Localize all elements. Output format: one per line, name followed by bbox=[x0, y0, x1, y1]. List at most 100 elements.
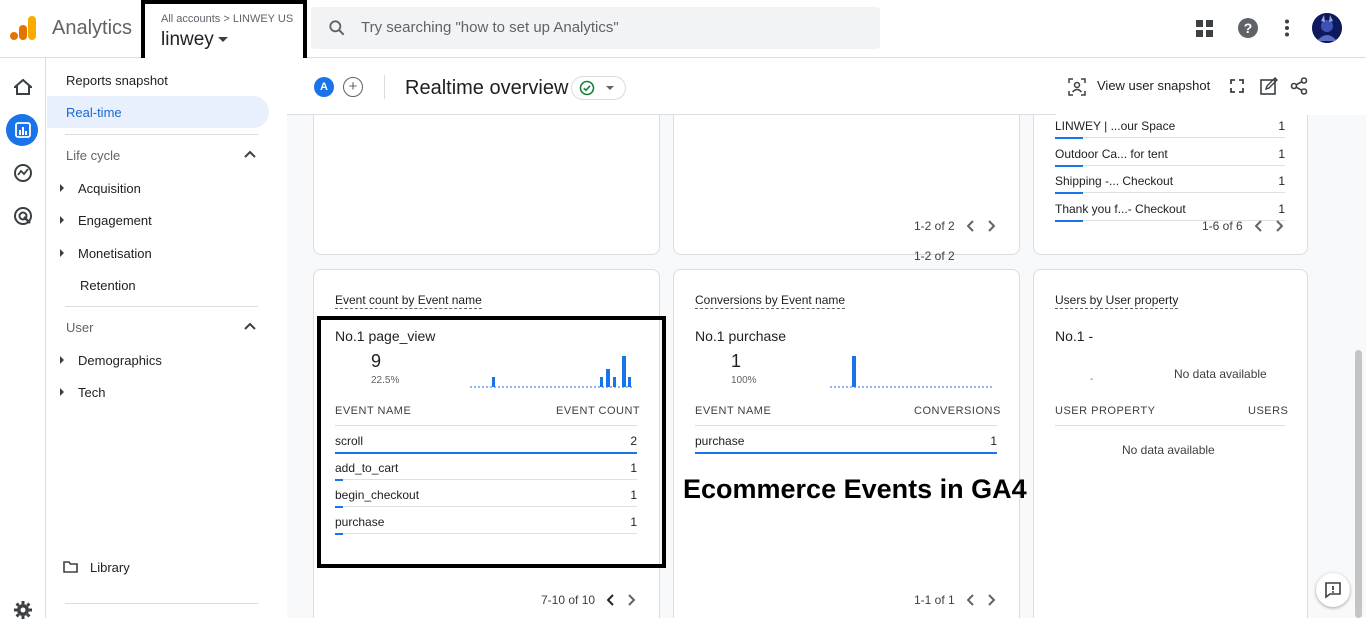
search-placeholder: Try searching "how to set up Analytics" bbox=[361, 19, 619, 36]
header-divider bbox=[384, 75, 385, 99]
apps-grid-icon[interactable] bbox=[1196, 20, 1214, 38]
search-bar[interactable]: Try searching "how to set up Analytics" bbox=[311, 7, 880, 49]
chevron-right-icon[interactable] bbox=[1275, 220, 1283, 232]
chevron-right-icon[interactable] bbox=[987, 220, 995, 232]
page-title: Outdoor Ca... for tent bbox=[1055, 146, 1168, 161]
nav-acquisition[interactable]: Acquisition bbox=[47, 172, 269, 204]
advertising-icon[interactable] bbox=[11, 204, 35, 228]
scrollbar[interactable] bbox=[1355, 350, 1362, 618]
property-name: linwey bbox=[161, 29, 228, 51]
pagination-label: 1-6 of 6 bbox=[1202, 219, 1243, 233]
nav-label: Reports snapshot bbox=[66, 72, 168, 88]
left-rail bbox=[0, 58, 46, 619]
expand-arrow-icon bbox=[60, 216, 64, 224]
nav-section-user[interactable]: User bbox=[66, 320, 266, 335]
report-navigation: Reports snapshot Real-time Life cycle Ac… bbox=[47, 58, 287, 618]
caret-down-icon bbox=[217, 37, 228, 42]
annotation-caption: Ecommerce Events in GA4 bbox=[683, 474, 1027, 504]
nav-section-lifecycle[interactable]: Life cycle bbox=[66, 148, 266, 163]
chevron-left-icon[interactable] bbox=[966, 594, 975, 606]
nav-engagement[interactable]: Engagement bbox=[47, 204, 269, 236]
property-label: linwey bbox=[161, 29, 214, 50]
account-breadcrumb: All accounts > LINWEY US bbox=[161, 13, 294, 25]
users-property-card bbox=[1033, 269, 1308, 618]
share-icon[interactable] bbox=[1290, 77, 1308, 95]
comparison-avatar[interactable]: A bbox=[314, 77, 334, 97]
add-comparison-button[interactable]: + bbox=[343, 77, 363, 97]
nav-tech[interactable]: Tech bbox=[47, 376, 269, 408]
more-vert-icon[interactable] bbox=[1284, 19, 1290, 37]
page-title: LINWEY | ...our Space bbox=[1055, 119, 1176, 133]
nav-label: Acquisition bbox=[78, 180, 141, 196]
page-title: Thank you f...- Checkout bbox=[1055, 201, 1186, 216]
list-item[interactable]: Shipping -... Checkout 1 bbox=[1055, 166, 1285, 194]
explore-icon[interactable] bbox=[11, 161, 35, 185]
expand-arrow-icon bbox=[60, 388, 64, 396]
check-circle-icon bbox=[579, 80, 595, 96]
nav-reports-snapshot[interactable]: Reports snapshot bbox=[47, 64, 269, 96]
search-icon bbox=[329, 20, 345, 36]
nav-divider bbox=[65, 306, 258, 307]
help-icon[interactable]: ? bbox=[1238, 18, 1258, 38]
list-item[interactable]: Outdoor Ca... for tent 1 bbox=[1055, 139, 1285, 167]
pagination: 1-2 of 2 bbox=[914, 219, 995, 233]
svg-text:?: ? bbox=[1244, 20, 1253, 36]
status-chip[interactable] bbox=[571, 76, 626, 100]
nav-divider bbox=[65, 134, 258, 135]
nav-label: Real-time bbox=[66, 104, 122, 120]
nav-label: Tech bbox=[78, 384, 106, 400]
view-user-snapshot-button[interactable]: View user snapshot bbox=[1097, 78, 1210, 93]
reports-icon[interactable] bbox=[11, 118, 35, 142]
section-label: User bbox=[66, 320, 94, 335]
analytics-logo[interactable] bbox=[10, 14, 38, 42]
page-title: Shipping -... Checkout bbox=[1055, 174, 1174, 188]
snapshot-toolbar: View user snapshot bbox=[1056, 58, 1366, 115]
chevron-right-icon[interactable] bbox=[627, 594, 636, 606]
nav-label: Engagement bbox=[78, 212, 152, 228]
chevron-up-icon bbox=[244, 322, 256, 330]
app-name: Analytics bbox=[52, 17, 133, 39]
page-title: Realtime overview bbox=[405, 77, 569, 99]
nav-library[interactable]: Library bbox=[47, 551, 269, 583]
row-share-bar bbox=[1055, 219, 1083, 222]
chevron-right-icon[interactable] bbox=[987, 594, 995, 606]
pagination-label: 7-10 of 10 bbox=[541, 593, 596, 607]
page-users: 1 bbox=[1278, 119, 1285, 133]
chevron-left-icon[interactable] bbox=[607, 594, 615, 606]
nav-demographics[interactable]: Demographics bbox=[47, 344, 269, 376]
conversions-card bbox=[673, 269, 1020, 618]
expand-arrow-icon bbox=[60, 184, 64, 192]
nav-realtime[interactable]: Real-time bbox=[47, 96, 269, 128]
feedback-button[interactable] bbox=[1316, 573, 1350, 607]
pagination: 1-1 of 1 bbox=[914, 593, 995, 607]
home-icon[interactable] bbox=[11, 75, 35, 99]
nav-label: Retention bbox=[80, 277, 136, 293]
user-avatar[interactable] bbox=[1312, 13, 1342, 43]
list-item[interactable]: LINWEY | ...our Space 1 bbox=[1055, 111, 1285, 139]
pagination: 7-10 of 10 bbox=[541, 593, 636, 607]
edit-icon[interactable] bbox=[1260, 77, 1278, 95]
settings-gear-icon[interactable] bbox=[11, 598, 35, 622]
nav-label: Monetisation bbox=[78, 245, 152, 261]
nav-label: Demographics bbox=[78, 352, 162, 368]
caret-down-icon bbox=[606, 86, 614, 90]
folder-icon bbox=[63, 561, 78, 573]
page-users: 1 bbox=[1278, 174, 1285, 188]
section-label: Life cycle bbox=[66, 148, 121, 163]
list-item[interactable]: Thank you f...- Checkout 1 bbox=[1055, 194, 1285, 222]
fullscreen-icon[interactable] bbox=[1230, 79, 1244, 93]
chevron-up-icon bbox=[244, 150, 256, 158]
nav-retention[interactable]: Retention bbox=[47, 269, 269, 301]
pagination-label: 1-2 of 2 bbox=[914, 249, 955, 263]
chevron-left-icon[interactable] bbox=[1254, 220, 1263, 232]
pagination-label: 1-2 of 2 bbox=[914, 219, 955, 233]
nav-label: Library bbox=[90, 559, 130, 575]
nav-divider bbox=[65, 603, 258, 604]
nav-monetisation[interactable]: Monetisation bbox=[47, 237, 269, 269]
chevron-left-icon[interactable] bbox=[966, 220, 975, 232]
page-users: 1 bbox=[1278, 146, 1285, 161]
feedback-icon bbox=[1325, 582, 1341, 599]
user-snapshot-icon[interactable] bbox=[1068, 78, 1086, 96]
expand-arrow-icon bbox=[60, 356, 64, 364]
pagination-label: 1-1 of 1 bbox=[914, 593, 955, 607]
